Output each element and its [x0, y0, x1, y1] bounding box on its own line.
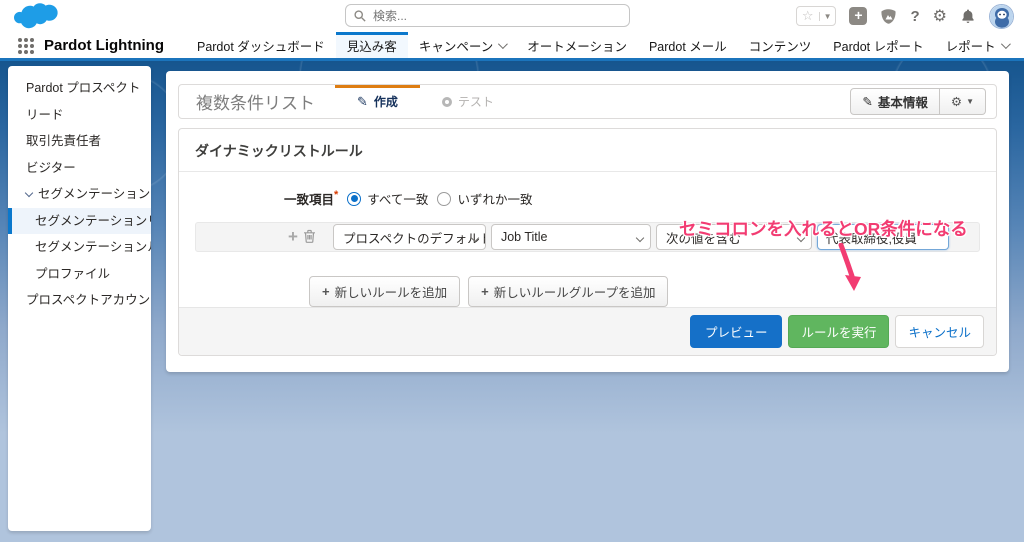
field-type-select[interactable]: プロスペクトのデフォルト項目 [332, 224, 486, 250]
settings-menu-button[interactable]: ⚙ ▼ [939, 88, 986, 115]
add-buttons-row: + 新しいルールを追加 + 新しいルールグループを追加 [309, 276, 996, 307]
nav-tab-pardot-dashboard[interactable]: Pardot ダッシュボード [186, 32, 336, 58]
user-avatar[interactable] [989, 3, 1014, 29]
plus-icon: + [481, 284, 489, 299]
plus-icon: + [322, 284, 330, 299]
radio-match-any[interactable]: いずれか一致 [437, 189, 532, 208]
search-input[interactable] [373, 8, 621, 23]
trailhead-icon[interactable] [880, 8, 897, 25]
sidebar-item-contacts[interactable]: 取引先責任者 [8, 128, 151, 155]
nav-tab-pardot-email[interactable]: Pardot メール [638, 32, 738, 58]
card-footer: プレビュー ルールを実行 キャンセル [179, 307, 996, 355]
annotation-note: セミコロンを入れるとOR条件になる [679, 219, 968, 239]
radio-selected-icon[interactable] [347, 191, 362, 206]
sidebar-item-segmentation-lists[interactable]: セグメンテーションリスト [8, 207, 151, 234]
nav-tab-campaigns[interactable]: キャンペーン [408, 32, 516, 58]
nav-tab-automations[interactable]: オートメーション [516, 32, 638, 58]
chevron-down-icon [635, 233, 645, 243]
sidebar-item-visitors[interactable]: ビジター [8, 155, 151, 182]
global-actions-plus-icon[interactable]: + [849, 7, 868, 25]
app-nav-bar: Pardot Lightning Pardot ダッシュボード 見込み客 キャン… [0, 32, 1024, 61]
notifications-bell-icon[interactable] [960, 8, 976, 24]
sidebar-item-prospect-accounts[interactable]: プロスペクトアカウント [8, 287, 151, 314]
annotation-arrow-icon [838, 243, 861, 291]
dynamic-list-rules-card: ダイナミックリストルール 一致項目* すべて一致 いずれか一致 + プロスペクト… [178, 128, 997, 356]
field-select[interactable]: Job Title [490, 224, 651, 250]
global-search[interactable] [345, 4, 630, 27]
nav-tab-reports[interactable]: レポート [935, 32, 1019, 58]
favorites-caret-icon[interactable]: ▼ [818, 11, 836, 21]
sidebar-item-segmentation-rules[interactable]: セグメンテーションルール [8, 234, 151, 261]
radio-unselected-icon[interactable] [437, 191, 452, 206]
sidebar-item-profiles[interactable]: プロファイル [8, 261, 151, 288]
radio-match-all[interactable]: すべて一致 [347, 189, 428, 208]
nav-tab-pardot-reports[interactable]: Pardot レポート [822, 32, 934, 58]
tab-test[interactable]: テスト [420, 85, 516, 118]
tab-create[interactable]: ✎ 作成 [335, 85, 420, 118]
basic-info-button[interactable]: ✎ 基本情報 [850, 88, 940, 115]
global-header: ☆ ▼ + ? ⚙ [0, 0, 1024, 32]
app-launcher-icon[interactable] [18, 38, 34, 54]
caret-down-icon: ▼ [966, 97, 974, 106]
chevron-down-icon[interactable] [1000, 38, 1011, 49]
preview-button[interactable]: プレビュー [689, 315, 783, 348]
match-label: 一致項目* [284, 189, 339, 207]
app-name: Pardot Lightning [44, 37, 164, 54]
chevron-down-icon[interactable] [498, 38, 509, 49]
salesforce-logo-icon[interactable] [14, 1, 62, 31]
nav-tab-prospects[interactable]: 見込み客 [335, 32, 408, 58]
add-new-rule-group-button[interactable]: + 新しいルールグループを追加 [468, 276, 669, 307]
favorites-button[interactable]: ☆ ▼ [795, 6, 837, 26]
nav-tab-content[interactable]: コンテンツ [738, 32, 823, 58]
sidebar-item-leads[interactable]: リード [8, 102, 151, 129]
sidebar: Pardot プロスペクト リード 取引先責任者 ビジター セグメンテーション … [8, 66, 151, 531]
star-icon[interactable]: ☆ [797, 7, 819, 25]
nav-tab-temp-test1[interactable]: •テスト1× [1019, 32, 1024, 58]
help-icon[interactable]: ? [910, 8, 919, 25]
page-header-card: 複数条件リスト ✎ 作成 テスト ✎ 基本情報 ⚙ ▼ [178, 84, 997, 119]
app-body: Pardot プロスペクト リード 取引先責任者 ビジター セグメンテーション … [0, 61, 1024, 539]
run-rules-button[interactable]: ルールを実行 [788, 315, 890, 348]
section-title: ダイナミックリストルール [179, 129, 996, 172]
pencil-icon: ✎ [862, 95, 873, 109]
cancel-button[interactable]: キャンセル [895, 315, 984, 348]
match-type-row: 一致項目* すべて一致 いずれか一致 [179, 172, 996, 208]
circle-icon [441, 96, 452, 107]
sidebar-item-pardot-prospects[interactable]: Pardot プロスペクト [8, 75, 151, 102]
chevron-down-icon [24, 188, 34, 198]
add-rule-plus-icon[interactable]: + [288, 227, 298, 247]
delete-rule-trash-icon[interactable] [303, 229, 316, 246]
search-icon [354, 9, 366, 22]
setup-gear-icon[interactable]: ⚙ [933, 6, 947, 26]
edit-pencil-icon: ✎ [357, 93, 368, 109]
gear-icon: ⚙ [950, 95, 963, 109]
add-new-rule-button[interactable]: + 新しいルールを追加 [309, 276, 461, 307]
required-asterisk: * [334, 189, 339, 201]
page-title: 複数条件リスト [196, 94, 315, 113]
sidebar-item-segmentation[interactable]: セグメンテーション [8, 181, 151, 208]
